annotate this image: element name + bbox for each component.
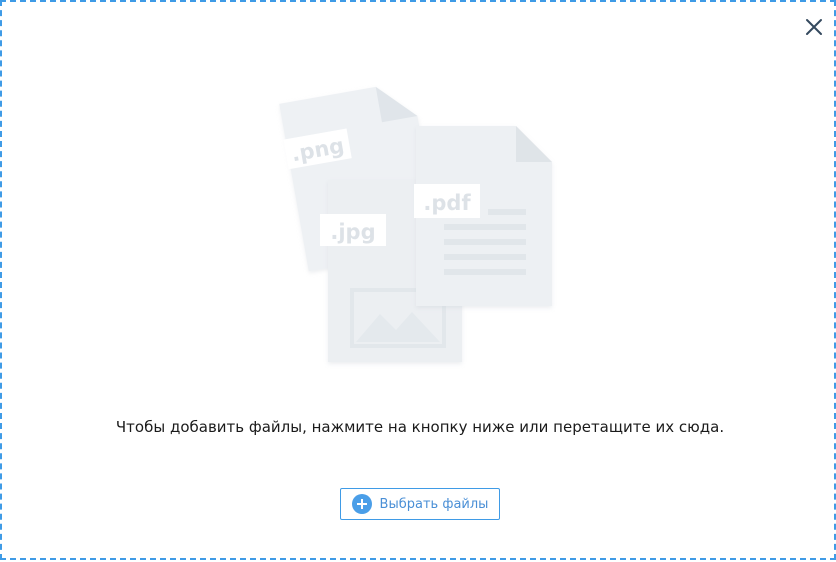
close-button[interactable] [801,14,827,40]
pdf-label: .pdf [423,191,471,215]
png-document-icon: .png [279,86,441,272]
image-placeholder-icon [350,288,446,348]
plus-circle-icon [351,494,372,514]
jpg-label-bg [320,214,386,246]
drop-hint-text: Чтобы добавить файлы, нажмите на кнопку … [115,418,725,436]
close-icon [806,19,822,35]
png-label-bg [283,128,352,170]
jpg-document-icon: .jpg [320,180,462,362]
file-dropzone[interactable]: .png .jpg .pdf Чтобы добавить файлы, наж… [0,0,836,560]
pdf-document-icon: .pdf [414,126,552,306]
jpg-label: .jpg [330,220,375,244]
pdf-label-bg [414,184,480,218]
select-files-label: Выбрать файлы [379,496,489,512]
png-label: .png [290,133,346,166]
file-types-illustration: .png .jpg .pdf [279,86,552,362]
select-files-button[interactable]: Выбрать файлы [340,488,500,520]
